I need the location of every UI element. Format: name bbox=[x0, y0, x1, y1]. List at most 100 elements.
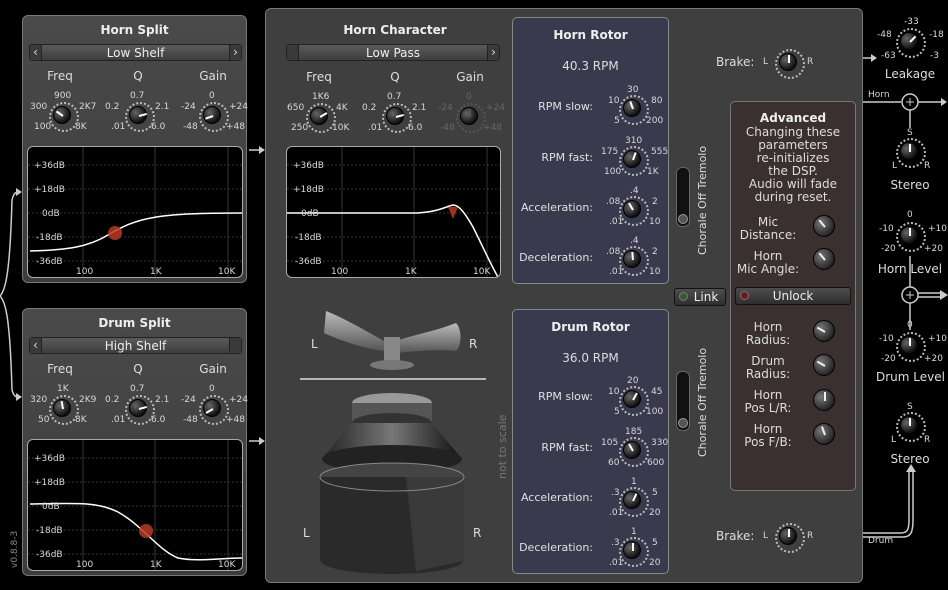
hz-label: 10K bbox=[218, 560, 236, 570]
tick: 555 bbox=[651, 147, 669, 157]
switch-knob-icon bbox=[678, 418, 688, 428]
horn-character-q-knob[interactable] bbox=[382, 103, 412, 133]
horn-character-gain-knob[interactable] bbox=[456, 103, 486, 133]
horn-rpm-fast-knob[interactable] bbox=[619, 146, 649, 176]
db-label: +36dB bbox=[293, 161, 324, 171]
tick: -48 bbox=[440, 123, 455, 133]
tick: +48 bbox=[483, 123, 502, 133]
tick: +24 bbox=[229, 102, 248, 112]
tick: 0.2 bbox=[105, 102, 120, 112]
unlock-button[interactable]: Unlock bbox=[735, 287, 851, 305]
drum-radius-knob[interactable] bbox=[813, 354, 835, 376]
tick: 2K7 bbox=[79, 102, 97, 112]
drum-split-filter-select[interactable]: ‹ High Shelf bbox=[29, 337, 242, 354]
tick: -24 bbox=[181, 102, 196, 112]
drum-split-gain-knob[interactable] bbox=[199, 395, 229, 425]
horn-character-filter-value: Low Pass bbox=[366, 46, 420, 60]
horn-pos-lr-label-2: Pos L/R: bbox=[744, 401, 792, 415]
horn-stereo-r: R bbox=[924, 161, 931, 171]
hz-label: 10K bbox=[218, 267, 236, 277]
leakage-knob[interactable] bbox=[896, 28, 926, 58]
horn-pos-lr-knob[interactable] bbox=[813, 389, 835, 411]
tick: 330 bbox=[651, 438, 669, 448]
drum-rpm-fast-knob[interactable] bbox=[619, 437, 649, 467]
tick: 185 bbox=[625, 427, 643, 437]
drum-split-q-knob[interactable] bbox=[125, 395, 155, 425]
horn-split-title: Horn Split bbox=[100, 23, 169, 37]
drum-brake-label: Brake: bbox=[716, 529, 755, 543]
horn-level-tick: +20 bbox=[924, 244, 943, 254]
prev-arrow-icon[interactable] bbox=[287, 45, 299, 60]
next-arrow-icon[interactable]: › bbox=[487, 45, 499, 60]
tick: 4K bbox=[336, 103, 348, 113]
drum-split-filter-value: High Shelf bbox=[104, 339, 167, 353]
drum-rpm-slow-knob[interactable] bbox=[619, 386, 649, 416]
speaker-left-bottom-label: L bbox=[303, 526, 310, 540]
horn-split-freq-knob[interactable] bbox=[49, 102, 79, 132]
tick: 20 bbox=[627, 376, 639, 386]
horn-split-q-label: Q bbox=[133, 69, 143, 83]
tick: 2.1 bbox=[155, 395, 170, 405]
mic-distance-knob[interactable] bbox=[813, 215, 835, 237]
db-label: 0dB bbox=[42, 502, 60, 512]
horn-character-filter-select[interactable]: Low Pass › bbox=[286, 44, 500, 61]
horn-mode-switch[interactable] bbox=[676, 167, 690, 227]
horn-rpm-slow-knob[interactable] bbox=[619, 95, 649, 125]
drum-deceleration-label: Deceleration: bbox=[519, 541, 593, 554]
horn-level-knob[interactable] bbox=[896, 222, 926, 252]
mic-distance-label-1: Mic bbox=[757, 215, 779, 229]
horn-split-gain-label: Gain bbox=[199, 69, 227, 83]
leakage-tick: -48 bbox=[877, 30, 892, 40]
drum-level-knob[interactable] bbox=[896, 332, 926, 362]
next-arrow-icon[interactable]: › bbox=[229, 45, 241, 60]
horn-level-tick: +10 bbox=[928, 224, 947, 234]
drum-stereo-r: R bbox=[924, 435, 931, 445]
db-label: -18dB bbox=[36, 526, 63, 536]
drum-brake-knob[interactable] bbox=[775, 523, 805, 553]
drum-deceleration-knob[interactable] bbox=[619, 537, 649, 567]
advanced-desc-3: re-initializes bbox=[756, 151, 830, 165]
horn-split-filter-select[interactable]: ‹ Low Shelf › bbox=[29, 44, 242, 61]
horn-acceleration-knob[interactable] bbox=[619, 196, 649, 226]
horn-stereo-l: L bbox=[892, 161, 898, 171]
horn-split-q-knob[interactable] bbox=[125, 102, 155, 132]
db-label: +36dB bbox=[34, 161, 65, 171]
tick: 10K bbox=[332, 123, 350, 133]
drum-stereo-knob[interactable] bbox=[896, 412, 926, 442]
horn-stereo-knob[interactable] bbox=[896, 138, 926, 168]
horn-character-freq-knob[interactable] bbox=[306, 103, 336, 133]
horn-brake-l: L bbox=[763, 57, 769, 67]
link-button[interactable]: Link bbox=[674, 288, 726, 306]
prev-arrow-icon[interactable]: ‹ bbox=[30, 45, 42, 60]
horn-character-graph[interactable]: +36dB +18dB 0dB -18dB -36dB 100 1K 10K bbox=[286, 146, 501, 278]
drum-mode-label: Chorale Off Tremolo bbox=[696, 347, 709, 457]
prev-arrow-icon[interactable]: ‹ bbox=[30, 338, 42, 353]
tick: 600 bbox=[647, 458, 665, 468]
drum-rotor-panel: Drum Rotor 36.0 RPM RPM slow: 20 10 45 5… bbox=[512, 309, 669, 574]
horn-pos-fb-knob[interactable] bbox=[813, 423, 835, 445]
horn-tag: Horn bbox=[868, 90, 890, 100]
horn-split-gain-knob[interactable] bbox=[199, 102, 229, 132]
hz-label: 100 bbox=[76, 560, 94, 570]
next-arrow-icon[interactable] bbox=[229, 338, 241, 353]
drum-split-q-label: Q bbox=[133, 362, 143, 376]
drum-split-graph[interactable]: +36dB +18dB 0dB -18dB -36dB 100 1K 10K bbox=[27, 439, 243, 571]
drum-level-tick: +20 bbox=[924, 354, 943, 364]
drum-acceleration-knob[interactable] bbox=[619, 487, 649, 517]
horn-character-title: Horn Character bbox=[343, 23, 447, 37]
horn-split-graph[interactable]: +36dB +18dB 0dB -18dB -36dB 100 1K 10K bbox=[27, 146, 243, 278]
leakage-label: Leakage bbox=[884, 67, 936, 81]
tick: 900 bbox=[54, 91, 72, 101]
horn-radius-label-1: Horn bbox=[753, 320, 783, 334]
link-led-icon bbox=[679, 292, 688, 301]
drum-level-tick: 0 bbox=[907, 320, 913, 330]
not-to-scale-note: not to scale bbox=[496, 414, 509, 479]
drum-mode-switch[interactable] bbox=[676, 371, 690, 431]
tick: .3 bbox=[611, 538, 620, 548]
horn-stereo-s: S bbox=[907, 128, 913, 138]
horn-deceleration-knob[interactable] bbox=[619, 246, 649, 276]
horn-brake-knob[interactable] bbox=[775, 49, 805, 79]
horn-mic-angle-knob[interactable] bbox=[813, 248, 835, 270]
drum-split-freq-knob[interactable] bbox=[49, 395, 79, 425]
horn-radius-knob[interactable] bbox=[813, 320, 835, 342]
